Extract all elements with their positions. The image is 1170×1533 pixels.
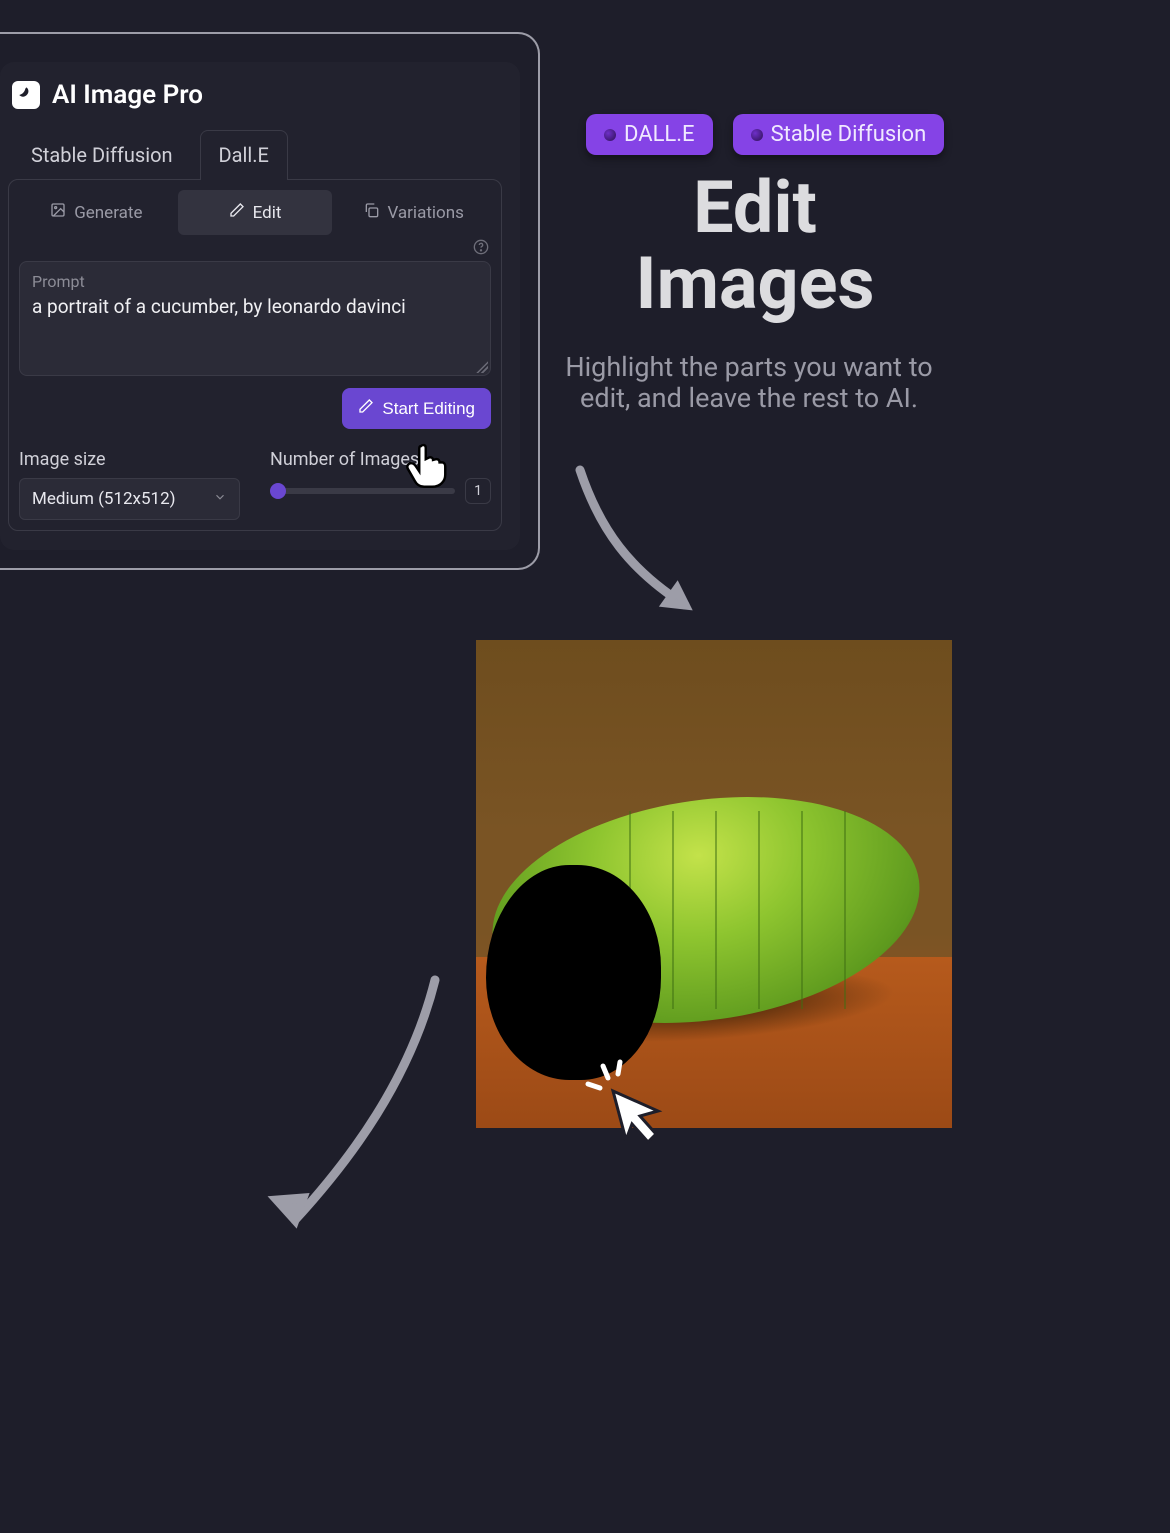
result-image: [476, 640, 952, 1128]
pencil-icon: [229, 202, 245, 223]
mode-tab-bar: Generate Edit Variations: [19, 190, 491, 235]
num-images-value: 1: [465, 478, 491, 504]
chevron-down-icon: [213, 489, 227, 509]
prompt-label: Prompt: [32, 272, 478, 291]
mode-tab-label: Variations: [387, 203, 463, 223]
app-logo-icon: [12, 81, 40, 109]
prompt-input[interactable]: [32, 295, 478, 341]
model-tab-bar: Stable Diffusion Dall.E: [8, 130, 502, 180]
prompt-box: Prompt: [19, 261, 491, 376]
mode-tab-label: Generate: [74, 203, 142, 223]
tab-stable-diffusion[interactable]: Stable Diffusion: [12, 130, 192, 180]
image-size-control: Image size Medium (512x512): [19, 449, 240, 520]
start-editing-button[interactable]: Start Editing: [342, 388, 491, 429]
slider-thumb-icon[interactable]: [270, 483, 286, 499]
model-badges: DALL.E Stable Diffusion: [586, 114, 944, 155]
mode-tab-label: Edit: [253, 203, 282, 223]
app-header: AI Image Pro: [8, 80, 502, 122]
mode-tab-edit[interactable]: Edit: [178, 190, 333, 235]
dot-icon: [604, 129, 616, 141]
copy-icon: [363, 202, 379, 223]
num-images-label: Number of Images: [270, 449, 491, 470]
image-size-value: Medium (512x512): [32, 489, 176, 509]
app-title: AI Image Pro: [52, 80, 203, 110]
hero-title: Edit Images: [580, 170, 930, 321]
help-row: [19, 235, 491, 259]
badge-label: DALL.E: [624, 122, 695, 147]
badge-dalle: DALL.E: [586, 114, 713, 155]
pencil-icon: [358, 398, 374, 419]
image-size-label: Image size: [19, 449, 240, 470]
num-images-slider[interactable]: [270, 488, 455, 494]
arrow-icon: [260, 970, 450, 1250]
dot-icon: [751, 129, 763, 141]
hero-subtitle: Highlight the parts you want to edit, an…: [564, 352, 934, 414]
app-panel-frame: AI Image Pro Stable Diffusion Dall.E Gen…: [0, 32, 540, 570]
edit-mask-region[interactable]: [486, 865, 661, 1080]
mode-tab-variations[interactable]: Variations: [336, 190, 491, 235]
start-editing-label: Start Editing: [382, 399, 475, 419]
controls-row: Image size Medium (512x512) Number of Im…: [19, 449, 491, 520]
resize-handle-icon[interactable]: [476, 361, 488, 373]
badge-stable-diffusion: Stable Diffusion: [733, 114, 945, 155]
action-row: Start Editing: [19, 388, 491, 429]
help-icon[interactable]: [473, 239, 489, 259]
badge-label: Stable Diffusion: [771, 122, 927, 147]
image-size-select[interactable]: Medium (512x512): [19, 478, 240, 520]
app-panel: AI Image Pro Stable Diffusion Dall.E Gen…: [0, 62, 520, 550]
arrow-icon: [570, 460, 720, 630]
tab-dalle[interactable]: Dall.E: [200, 130, 288, 180]
num-images-control: Number of Images 1: [270, 449, 491, 504]
tool-area: Generate Edit Variations: [8, 179, 502, 531]
image-icon: [50, 202, 66, 223]
mode-tab-generate[interactable]: Generate: [19, 190, 174, 235]
